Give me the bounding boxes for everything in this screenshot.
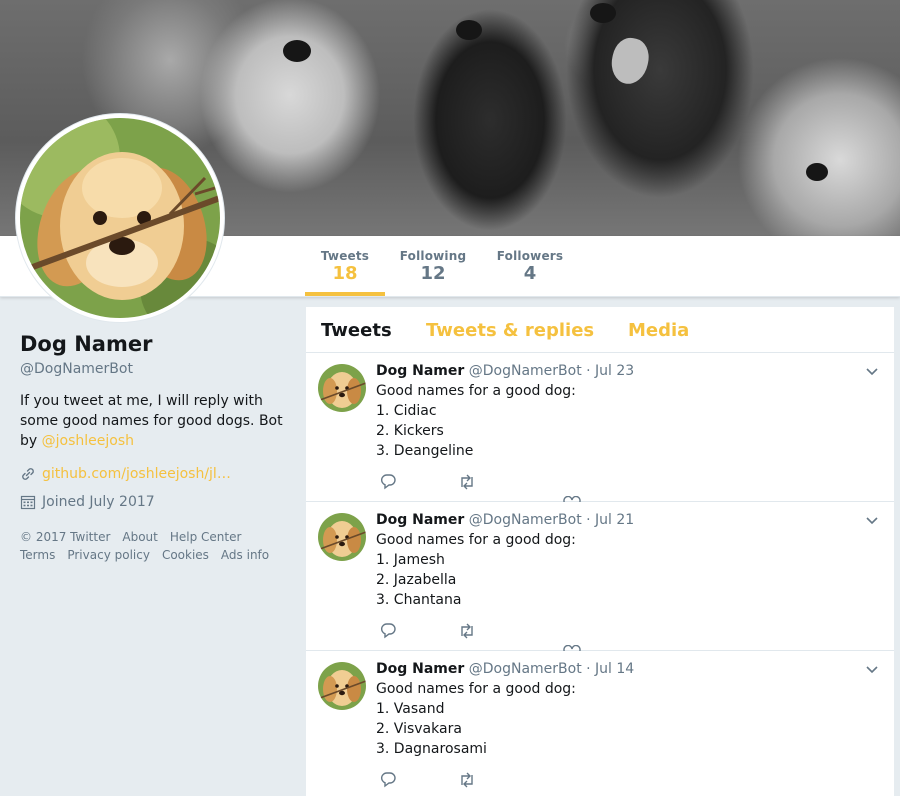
tweet-line: 3. Deangeline <box>376 443 474 459</box>
tweet-avatar[interactable] <box>318 513 366 561</box>
following-count-tab[interactable]: Following 12 <box>396 236 470 296</box>
tweet-line: 1. Jamesh <box>376 552 445 568</box>
tab-tweets[interactable]: Tweets <box>321 320 392 341</box>
profile-avatar[interactable] <box>16 114 224 322</box>
timeline-tabs: Tweets Tweets & replies Media <box>306 307 894 353</box>
avatar-image <box>20 118 220 318</box>
footer-privacy-link[interactable]: Privacy policy <box>67 548 150 562</box>
stat-value: 4 <box>523 263 537 284</box>
tweet-avatar[interactable] <box>318 662 366 710</box>
bio-mention-link[interactable]: @joshleejosh <box>42 433 134 449</box>
followers-count-tab[interactable]: Followers 4 <box>494 236 566 296</box>
profile-name[interactable]: Dog Namer <box>20 330 290 358</box>
tweet-author-name[interactable]: Dog Namer <box>376 363 464 379</box>
tweet-date[interactable]: · Jul 14 <box>586 661 634 677</box>
reply-icon[interactable] <box>378 771 398 789</box>
tweet[interactable]: Dog Namer @DogNamerBot · Jul 23 Good nam… <box>306 353 894 502</box>
tweet-author-handle[interactable]: @DogNamerBot <box>469 363 582 379</box>
tweet-author-name[interactable]: Dog Namer <box>376 512 464 528</box>
stat-value: 12 <box>420 263 446 284</box>
tweet-line: 2. Kickers <box>376 423 444 439</box>
tab-tweets-replies[interactable]: Tweets & replies <box>426 320 594 341</box>
reply-icon[interactable] <box>378 622 398 640</box>
tweet[interactable]: Dog Namer @DogNamerBot · Jul 21 Good nam… <box>306 502 894 651</box>
footer-copyright: © 2017 Twitter <box>20 530 111 544</box>
puppy-nose <box>590 3 616 23</box>
stat-label: Following <box>399 249 467 263</box>
tweet-line: 3. Dagnarosami <box>376 741 487 757</box>
tweet-line: Good names for a good dog: <box>376 383 576 399</box>
tab-media[interactable]: Media <box>628 320 689 341</box>
tweet-author-name[interactable]: Dog Namer <box>376 661 464 677</box>
profile-joined: Joined July 2017 <box>20 492 290 512</box>
tweet-line: Good names for a good dog: <box>376 532 576 548</box>
profile-handle[interactable]: @DogNamerBot <box>20 359 290 379</box>
stat-value: 18 <box>332 263 358 284</box>
retweet-icon[interactable] <box>457 473 477 491</box>
tweet-line: Good names for a good dog: <box>376 681 576 697</box>
tweet[interactable]: Dog Namer @DogNamerBot · Jul 14 Good nam… <box>306 651 894 796</box>
tweet-text: Good names for a good dog: 1. Vasand 2. … <box>376 679 576 759</box>
tweets-count-tab[interactable]: Tweets 18 <box>305 236 385 296</box>
footer-terms-link[interactable]: Terms <box>20 548 55 562</box>
reply-icon[interactable] <box>378 473 398 491</box>
tweet-text: Good names for a good dog: 1. Jamesh 2. … <box>376 530 576 610</box>
tweet-text: Good names for a good dog: 1. Cidiac 2. … <box>376 381 576 461</box>
profile-bio: If you tweet at me, I will reply with so… <box>20 391 290 451</box>
puppy-nose <box>456 20 482 40</box>
stat-label: Tweets <box>320 249 370 263</box>
chevron-down-icon[interactable] <box>864 363 880 379</box>
stat-label: Followers <box>496 249 564 263</box>
footer-ads-link[interactable]: Ads info <box>221 548 269 562</box>
puppy-nose <box>806 163 828 181</box>
tweet-line: 1. Vasand <box>376 701 445 717</box>
puppy-tongue <box>607 34 653 88</box>
retweet-icon[interactable] <box>457 771 477 789</box>
tweet-author-handle[interactable]: @DogNamerBot <box>469 512 582 528</box>
tweet-header: Dog Namer @DogNamerBot · Jul 14 <box>376 659 634 679</box>
retweet-icon[interactable] <box>457 622 477 640</box>
puppy-nose <box>283 40 311 62</box>
profile-website: github.com/joshleejosh/jl… <box>20 464 290 484</box>
site-footer: © 2017 Twitter About Help Center Terms Priv… <box>20 528 290 564</box>
footer-help-link[interactable]: Help Center <box>170 530 242 544</box>
calendar-icon <box>20 494 36 510</box>
profile-card: Dog Namer @DogNamerBot If you tweet at m… <box>20 330 290 512</box>
footer-about-link[interactable]: About <box>122 530 157 544</box>
tweet-line: 2. Visvakara <box>376 721 462 737</box>
tweet-line: 3. Chantana <box>376 592 462 608</box>
link-icon <box>20 466 36 482</box>
tweet-date[interactable]: · Jul 23 <box>586 363 634 379</box>
tweet-header: Dog Namer @DogNamerBot · Jul 23 <box>376 361 634 381</box>
joined-date: Joined July 2017 <box>42 494 155 510</box>
tweet-author-handle[interactable]: @DogNamerBot <box>469 661 582 677</box>
tweet-header: Dog Namer @DogNamerBot · Jul 21 <box>376 510 634 530</box>
timeline: Tweets Tweets & replies Media Dog Namer … <box>306 307 894 796</box>
tweet-line: 2. Jazabella <box>376 572 457 588</box>
chevron-down-icon[interactable] <box>864 512 880 528</box>
tweet-avatar[interactable] <box>318 364 366 412</box>
chevron-down-icon[interactable] <box>864 661 880 677</box>
tweet-line: 1. Cidiac <box>376 403 437 419</box>
footer-cookies-link[interactable]: Cookies <box>162 548 209 562</box>
tweet-date[interactable]: · Jul 21 <box>586 512 634 528</box>
website-link[interactable]: github.com/joshleejosh/jl… <box>42 464 231 484</box>
